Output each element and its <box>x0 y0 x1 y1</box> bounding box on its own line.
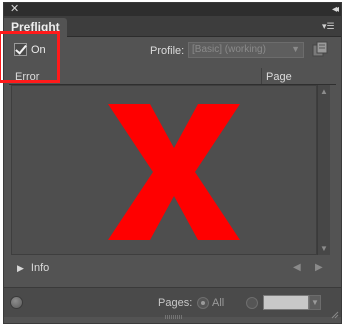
column-divider[interactable] <box>261 68 262 84</box>
bottom-bar: Pages: All ▼ <box>4 287 341 317</box>
red-x-mark <box>108 104 240 240</box>
table-header: Error Page <box>9 67 336 85</box>
tab-row: Preflight ▾☰ <box>4 16 341 38</box>
panel-menu-icon[interactable]: ▾☰ <box>322 19 336 33</box>
preflight-panel: ✕ ◂◂ Preflight ▾☰ On Profile: [Basic] (w… <box>3 2 342 324</box>
next-icon[interactable]: ▶ <box>315 262 323 273</box>
profile-value: [Basic] (working) <box>192 44 266 55</box>
on-checkbox[interactable] <box>14 43 27 56</box>
resize-grip-icon[interactable] <box>164 315 184 320</box>
list-scrollbar[interactable]: ▲ ▼ <box>317 85 330 255</box>
on-label: On <box>31 43 46 56</box>
collapse-icon[interactable]: ◂◂ <box>332 3 339 16</box>
window-titlebar: ✕ ◂◂ <box>4 3 341 16</box>
preflight-on-toggle[interactable]: On <box>14 43 46 56</box>
info-label: Info <box>30 262 50 274</box>
resize-corner-icon[interactable] <box>331 311 339 319</box>
scroll-up-icon[interactable]: ▲ <box>320 87 328 96</box>
info-toggle[interactable]: ▶ Info <box>17 262 49 274</box>
define-profiles-icon[interactable] <box>311 41 329 58</box>
pages-range-radio[interactable] <box>246 297 258 309</box>
column-error[interactable]: Error <box>15 71 39 83</box>
pages-range-input[interactable] <box>263 295 309 310</box>
status-indicator-icon <box>10 296 23 309</box>
pages-label: Pages: <box>158 297 193 309</box>
pages-all-label: All <box>212 297 225 309</box>
scroll-down-icon[interactable]: ▼ <box>320 244 328 253</box>
column-page[interactable]: Page <box>266 71 292 83</box>
disclosure-triangle-icon[interactable]: ▶ <box>17 263 24 274</box>
close-icon[interactable]: ✕ <box>10 3 19 16</box>
profile-label: Profile: <box>150 45 185 57</box>
profile-select[interactable]: [Basic] (working) ▼ <box>188 42 304 58</box>
pages-all-radio[interactable] <box>197 297 209 309</box>
previous-icon[interactable]: ◀ <box>293 262 301 273</box>
tab-label: Preflight <box>11 20 60 34</box>
chevron-down-icon[interactable]: ▼ <box>309 295 321 310</box>
tab-preflight[interactable]: Preflight <box>4 18 67 38</box>
error-list[interactable] <box>11 85 317 255</box>
chevron-down-icon: ▼ <box>291 44 300 54</box>
